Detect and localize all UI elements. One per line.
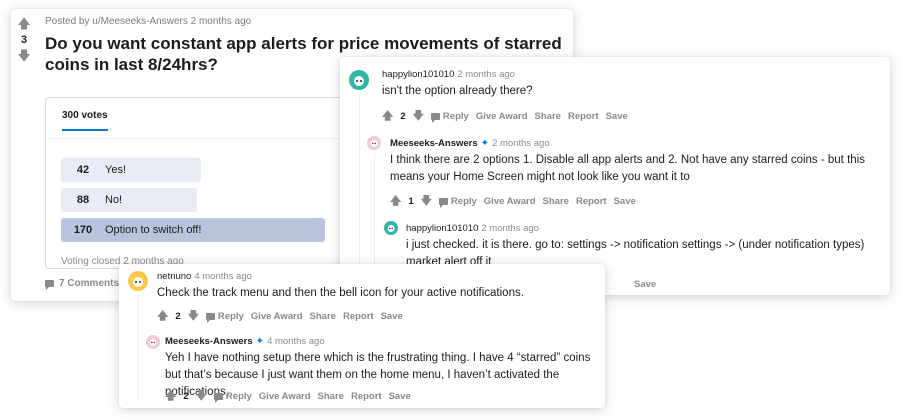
comment-meta: netnuno 4 months ago <box>157 271 252 282</box>
poll-option-count: 88 <box>76 194 90 206</box>
downvote-icon[interactable]: 🡇 <box>413 107 424 126</box>
share-button[interactable]: Share <box>535 111 561 122</box>
save-button[interactable]: Save <box>381 311 403 322</box>
report-button[interactable]: Report <box>576 196 607 207</box>
chat-icon <box>213 393 223 403</box>
comment-meta: Meeseeks-Answers ✦ 4 months ago <box>165 336 325 347</box>
downvote-icon[interactable]: 🡇 <box>196 387 207 406</box>
comment-body: i just checked. it is there. go to: sett… <box>406 239 865 265</box>
share-button[interactable]: Share <box>318 391 344 402</box>
comment-author[interactable]: happylion101010 <box>382 69 454 80</box>
snoo-avatar-icon[interactable] <box>367 136 381 150</box>
save-button[interactable]: Save <box>634 279 656 290</box>
comment-body: I think there are 2 options 1. Disable a… <box>390 154 865 183</box>
reply-button[interactable]: Reply <box>205 311 244 323</box>
comment-time: 2 months ago <box>481 223 539 234</box>
comment-score: 1 <box>408 196 414 207</box>
comment-actions-partial: Save <box>634 279 656 290</box>
reply-button[interactable]: Reply <box>438 196 477 208</box>
comment-author[interactable]: Meeseeks-Answers <box>390 138 478 149</box>
thread-line[interactable] <box>138 294 139 399</box>
poll-option-label: No! <box>105 194 123 206</box>
comment-time: 4 months ago <box>194 271 252 282</box>
poll-option: 42 Yes! <box>61 158 201 182</box>
save-button[interactable]: Save <box>389 391 411 402</box>
moderator-wand-icon: ✦ <box>255 336 265 347</box>
poll-divider <box>46 138 354 139</box>
poll-option-count: 170 <box>73 224 93 236</box>
snoo-avatar-icon[interactable] <box>349 70 369 90</box>
poll-option-label: Option to switch off! <box>105 224 202 236</box>
comment-body: Check the track menu and then the bell i… <box>157 287 524 299</box>
comment-thread-card: happylion101010 2 months ago isn't the op… <box>340 57 890 295</box>
downvote-icon[interactable]: 🡇 <box>188 307 199 326</box>
post-score: 3 <box>20 34 28 46</box>
give-award-button[interactable]: Give Award <box>476 111 528 122</box>
comment-score: 2 <box>175 311 181 322</box>
upvote-icon[interactable]: 🡅 <box>165 387 176 406</box>
poll: 300 votes 42 Yes! 88 No! 170 Option to s… <box>45 97 355 269</box>
comment-author[interactable]: happylion101010 <box>406 223 478 234</box>
upvote-icon[interactable]: 🡅 <box>382 107 393 126</box>
comment-time: 4 months ago <box>267 336 325 347</box>
comment-score: 2 <box>400 111 406 122</box>
poll-option-count: 42 <box>76 164 90 176</box>
chat-icon <box>430 113 440 123</box>
save-button[interactable]: Save <box>606 111 628 122</box>
give-award-button[interactable]: Give Award <box>259 391 311 402</box>
comment-author[interactable]: netnuno <box>157 271 191 282</box>
share-button[interactable]: Share <box>310 311 336 322</box>
report-button[interactable]: Report <box>351 391 382 402</box>
comment-score: 2 <box>183 391 189 402</box>
comment-actions: 🡅 2 🡇 Reply Give Award Share Report Save <box>382 107 628 126</box>
upvote-icon[interactable]: 🡅 <box>390 192 401 211</box>
downvote-icon[interactable]: 🡇 <box>421 192 432 211</box>
report-button[interactable]: Report <box>343 311 374 322</box>
poll-option-label: Yes! <box>105 164 127 176</box>
poll-option-winner: 170 Option to switch off! <box>61 218 325 242</box>
upvote-icon[interactable]: 🡅 <box>157 307 168 326</box>
save-button[interactable]: Save <box>614 196 636 207</box>
post-byline: Posted by u/Meeseeks-Answers 2 months ag… <box>45 16 252 27</box>
reply-button[interactable]: Reply <box>213 391 252 403</box>
comment-meta: Meeseeks-Answers ✦ 2 months ago <box>390 138 550 149</box>
share-button[interactable]: Share <box>543 196 569 207</box>
report-button[interactable]: Report <box>568 111 599 122</box>
comment-meta: happylion101010 2 months ago <box>406 223 539 234</box>
give-award-button[interactable]: Give Award <box>484 196 536 207</box>
comment-time: 2 months ago <box>457 69 515 80</box>
comments-button[interactable]: 7 Comments <box>45 278 120 290</box>
comment-author[interactable]: Meeseeks-Answers <box>165 336 253 347</box>
moderator-wand-icon: ✦ <box>480 138 490 149</box>
give-award-button[interactable]: Give Award <box>251 311 303 322</box>
poll-votes-tab[interactable]: 300 votes <box>62 110 108 131</box>
snoo-avatar-icon[interactable] <box>384 221 398 235</box>
upvote-icon[interactable]: 🡅 <box>15 17 33 31</box>
snoo-avatar-icon[interactable] <box>128 271 148 291</box>
comment-thread-card: netnuno 4 months ago Check the track menu… <box>119 264 605 408</box>
poll-option: 88 No! <box>61 188 197 212</box>
chat-icon <box>438 198 448 208</box>
comment-time: 2 months ago <box>492 138 550 149</box>
comment-actions: 🡅 2 🡇 Reply Give Award Share Report Save <box>165 387 411 406</box>
chat-icon <box>205 313 215 323</box>
chat-icon <box>45 280 54 290</box>
reply-button[interactable]: Reply <box>430 111 469 123</box>
post-vote-column: 🡅 3 🡇 <box>15 17 33 63</box>
comment-body: isn't the option already there? <box>382 85 533 97</box>
comment-meta: happylion101010 2 months ago <box>382 69 515 80</box>
snoo-avatar-icon[interactable] <box>146 335 160 349</box>
comments-count: 7 Comments <box>59 278 120 289</box>
thread-line[interactable] <box>359 95 360 285</box>
comment-actions: 🡅 1 🡇 Reply Give Award Share Report Save <box>390 192 636 211</box>
downvote-icon[interactable]: 🡇 <box>15 49 33 63</box>
comment-actions: 🡅 2 🡇 Reply Give Award Share Report Save <box>157 307 403 326</box>
